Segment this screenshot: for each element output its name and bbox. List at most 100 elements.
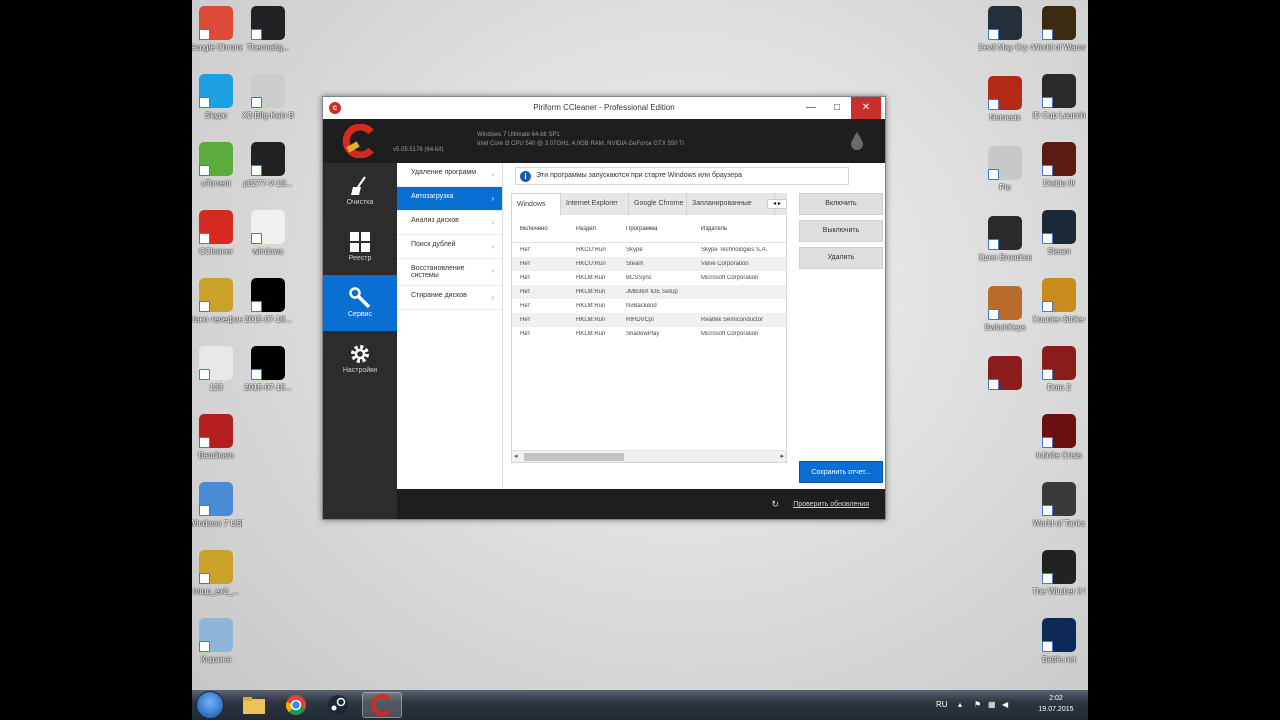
table-row[interactable]: Нет HKCU:Run Steam Valve Corporation	[512, 257, 786, 271]
horizontal-scrollbar[interactable]: ◂ ▸	[512, 450, 786, 462]
desktop-icon[interactable]: Windows 7 USB DVD...	[192, 482, 243, 529]
desktop-icon[interactable]: Open Broadcast...	[978, 216, 1032, 263]
desktop-icon[interactable]: Infinite Crisis	[1032, 414, 1086, 461]
table-row[interactable]: Нет HKLM:Run ShadowPlay Microsoft Corporati…	[512, 327, 786, 341]
subnav-label: Стирание дисков	[411, 292, 467, 299]
column-header-program[interactable]: Программа	[626, 226, 698, 232]
desktop-icon[interactable]: Skype	[192, 74, 243, 121]
system-tray: RU ▴ ⚑ ▦ ◀ 2:02 19.07.2015	[930, 690, 1080, 720]
taskbar-ccleaner[interactable]	[362, 692, 402, 718]
desktop-icon[interactable]: Counter-Strike Global Offe...	[1032, 278, 1086, 325]
column-header-publisher[interactable]: Издатель	[701, 226, 786, 232]
subnav-duplicate-finder[interactable]: Поиск дублей ›	[397, 235, 502, 259]
column-header-enabled[interactable]: Включено	[520, 226, 572, 232]
desktop-icon[interactable]: Корзина	[192, 618, 243, 665]
enable-button[interactable]: Включить	[799, 193, 883, 215]
maximize-button[interactable]: □	[825, 97, 849, 119]
desktop-icon-label: ID Cup Launcher	[1032, 111, 1086, 120]
desktop-icon[interactable]	[978, 356, 1032, 393]
network-icon[interactable]: ▦	[988, 700, 997, 709]
tab-google-chrome[interactable]: Google Chrome	[629, 193, 687, 215]
desktop-icon[interactable]: World of Warcraft	[1032, 6, 1086, 53]
desktop-icon[interactable]: Steam	[1032, 210, 1086, 257]
save-report-button[interactable]: Сохранить отчет...	[799, 461, 883, 483]
table-row[interactable]: Нет HKLM:Run NvBackend	[512, 299, 786, 313]
desktop-icon[interactable]: Devil May Cry 4 Spec...	[978, 6, 1032, 53]
wot-icon	[1042, 482, 1076, 516]
desktop-icon[interactable]: Thermaltg...	[241, 6, 295, 53]
info-banner: i Эти программы запускаются при старте W…	[515, 167, 849, 185]
scrollbar-thumb[interactable]	[524, 453, 624, 461]
desktop-icon[interactable]: Bandicam	[192, 414, 243, 461]
desktop-icon[interactable]: Nemesis	[978, 76, 1032, 123]
table-row[interactable]: Нет HKCU:Run Skype Skype Technologies S.A.	[512, 243, 786, 257]
desktop-icon[interactable]: Intup_ex3_...	[192, 550, 243, 597]
clock[interactable]: 2:02 19.07.2015	[1032, 693, 1080, 715]
taskbar-chrome[interactable]	[276, 692, 316, 718]
disable-button[interactable]: Выключить	[799, 220, 883, 242]
taskbar-explorer[interactable]	[234, 692, 274, 718]
column-header-key[interactable]: Раздел	[576, 226, 626, 232]
desktop-icon[interactable]: The Witcher 3 Wild Hunt	[1032, 550, 1086, 597]
cell-publisher: Skype Technologies S.A.	[701, 247, 768, 253]
cell-key: HKLM:Run	[576, 303, 606, 309]
desktop-icon[interactable]: 2015-07-18...	[241, 278, 295, 325]
tab-windows[interactable]: Windows	[511, 193, 561, 215]
delete-button[interactable]: Удалить	[799, 247, 883, 269]
cell-enabled: Нет	[520, 317, 531, 323]
desktop-icon[interactable]: ID Cup Launcher	[1032, 74, 1086, 121]
tab-scheduled[interactable]: Запланированные	[687, 193, 775, 215]
language-indicator[interactable]: RU	[936, 700, 948, 709]
start-button[interactable]	[196, 691, 224, 719]
tab-internet-explorer[interactable]: Internet Explorer	[561, 193, 629, 215]
drop-icon	[851, 132, 863, 150]
close-button[interactable]: ✕	[851, 97, 881, 119]
check-updates-link[interactable]: Проверить обновления	[793, 501, 869, 508]
scroll-right-icon[interactable]: ▸	[780, 452, 784, 460]
desktop-icon[interactable]: Нано телефон	[192, 278, 243, 325]
desktop-icon[interactable]: 2015-07-18...	[241, 346, 295, 393]
taskbar-steam[interactable]	[318, 692, 358, 718]
desktop-icon[interactable]: Google Chrome	[192, 6, 243, 53]
table-row[interactable]: Нет HKLM:Run JMB36X IDE Setup	[512, 285, 786, 299]
subnav-disk-analyzer[interactable]: Анализ дисков ›	[397, 211, 502, 235]
sysinfo-hardware: Intel Core i3 CPU 540 @ 3.07GHz, 4,0GB R…	[477, 141, 684, 147]
flag-icon[interactable]: ⚑	[974, 700, 983, 709]
sidebar-item-settings[interactable]: Настройки	[323, 331, 397, 387]
bandicam-icon	[199, 414, 233, 448]
subnav-uninstall[interactable]: Удаление программ ›	[397, 163, 502, 187]
sidebar-item-cleaner[interactable]: Очистка	[323, 163, 397, 219]
desktop-icon[interactable]: windows	[241, 210, 295, 257]
minimize-button[interactable]: —	[799, 97, 823, 119]
table-row[interactable]: Нет HKLM:Run BCSSync Microsoft Corporation	[512, 271, 786, 285]
cell-program: Steam	[626, 261, 644, 267]
desktop-icon[interactable]: World of Tanks	[1032, 482, 1086, 529]
wow-icon	[1042, 6, 1076, 40]
sidebar-item-tools[interactable]: Сервис	[323, 275, 397, 331]
desktop-icon[interactable]: p8Z77-V-1S...	[241, 142, 295, 189]
desktop-icon[interactable]: Dota 2	[1032, 346, 1086, 393]
cell-key: HKLM:Run	[576, 289, 606, 295]
tab-scroll-arrows[interactable]: ◂ ▸	[767, 199, 787, 209]
desktop-icon[interactable]: Pio	[978, 146, 1032, 193]
cell-program: Skype	[626, 247, 643, 253]
sidebar-label: Сервис	[348, 311, 372, 318]
desktop-icon[interactable]: uTorrent	[192, 142, 243, 189]
tray-arrow-icon[interactable]: ▴	[958, 700, 967, 709]
subnav-drive-wiper[interactable]: Стирание дисков ›	[397, 286, 502, 310]
table-row[interactable]: Нет HKLM:Run RtHDVCpl Realtek Semiconductor	[512, 313, 786, 327]
volume-icon[interactable]: ◀	[1002, 700, 1011, 709]
desktop-icon[interactable]: Battle.net	[1032, 618, 1086, 665]
subnav-startup[interactable]: Автозагрузка ›	[397, 187, 502, 211]
desktop-icon[interactable]: X2-Bilg-Kain B	[241, 74, 295, 121]
desktop-icon-label: CCleaner	[199, 247, 233, 256]
desktop-icon[interactable]: 123	[192, 346, 243, 393]
subnav-system-restore[interactable]: Восстановление системы ›	[397, 259, 502, 286]
desktop-icon[interactable]: CCleaner	[192, 210, 243, 257]
startup-table: Включено Раздел Программа Издатель Нет HK…	[511, 215, 787, 463]
scroll-left-icon[interactable]: ◂	[514, 452, 518, 460]
desktop-icon[interactable]: Diablo III	[1032, 142, 1086, 189]
title-bar[interactable]: c Piriform CCleaner - Professional Editi…	[323, 97, 885, 119]
desktop-icon[interactable]: SwitchKeys	[978, 286, 1032, 333]
sidebar-item-registry[interactable]: Реестр	[323, 219, 397, 275]
